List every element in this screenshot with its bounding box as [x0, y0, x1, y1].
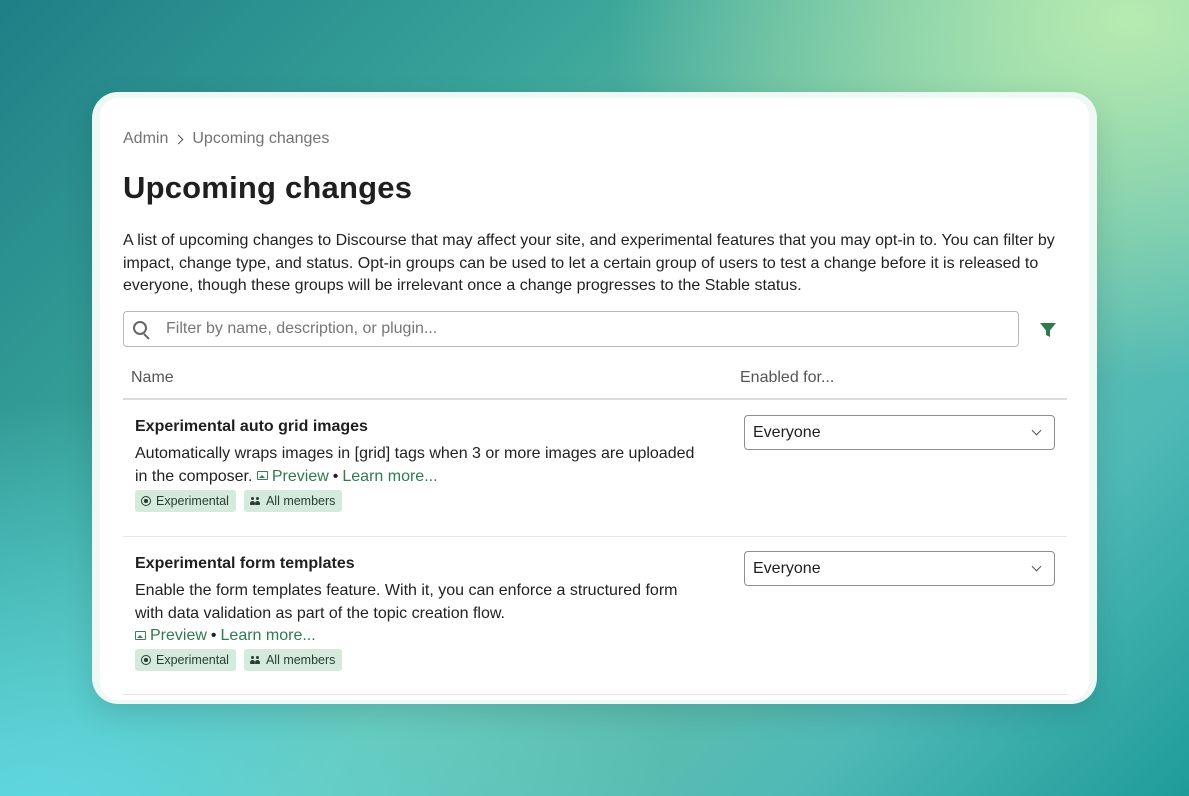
- chevron-right-icon: [173, 134, 184, 144]
- column-header-enabled: Enabled for...: [740, 369, 835, 386]
- select-value: Everyone: [753, 423, 821, 441]
- learn-more-link[interactable]: Learn more...: [221, 627, 316, 644]
- separator: •: [332, 467, 339, 485]
- column-header-name[interactable]: Name: [131, 369, 174, 387]
- chevron-down-icon: [1031, 425, 1042, 436]
- page-title: Upcoming changes: [123, 170, 413, 205]
- change-description-text: Enable the form templates feature. With …: [135, 582, 678, 622]
- card-frame: Admin Upcoming changes Upcoming changes …: [92, 92, 1097, 704]
- change-description: Automatically wraps images in [grid] tag…: [135, 443, 695, 488]
- select-value: Everyone: [753, 559, 821, 577]
- preview-link[interactable]: Preview: [256, 467, 329, 485]
- tag-list: Experimental All members: [135, 649, 343, 671]
- table-row: Experimental auto grid images Automatica…: [123, 400, 1067, 537]
- change-name: Experimental auto grid images: [135, 418, 368, 435]
- tag-experimental: Experimental: [135, 490, 236, 512]
- image-icon: [135, 630, 146, 640]
- learn-more-link[interactable]: Learn more...: [342, 468, 437, 485]
- tag-label: All members: [265, 653, 336, 667]
- chevron-down-icon: [1031, 561, 1042, 572]
- separator: •: [210, 627, 217, 644]
- preview-label: Preview: [150, 627, 207, 644]
- search-icon: [124, 312, 166, 346]
- tag-label: Experimental: [156, 653, 229, 667]
- enabled-for-select[interactable]: Everyone: [744, 551, 1055, 586]
- preview-link[interactable]: Preview: [135, 627, 207, 644]
- enabled-for-select[interactable]: Everyone: [744, 415, 1055, 450]
- experimental-icon: [141, 496, 151, 506]
- search-input[interactable]: [166, 314, 1018, 344]
- change-description: Enable the form templates feature. With …: [135, 580, 695, 648]
- breadcrumb-admin[interactable]: Admin: [123, 130, 168, 148]
- page-description: A list of upcoming changes to Discourse …: [123, 232, 1055, 294]
- breadcrumb: Admin Upcoming changes: [123, 130, 329, 148]
- filter-icon[interactable]: [1039, 321, 1057, 339]
- tag-experimental: Experimental: [135, 649, 236, 671]
- tag-label: Experimental: [156, 494, 229, 508]
- experimental-icon: [141, 655, 151, 665]
- admin-panel: Admin Upcoming changes Upcoming changes …: [100, 98, 1089, 700]
- users-icon: [249, 655, 261, 665]
- tag-list: Experimental All members: [135, 490, 343, 512]
- preview-label: Preview: [271, 467, 329, 485]
- change-name: Experimental form templates: [135, 555, 355, 572]
- breadcrumb-current[interactable]: Upcoming changes: [192, 130, 329, 148]
- table-row: Experimental form templates Enable the f…: [123, 537, 1067, 695]
- table-header: Name Enabled for...: [123, 360, 1067, 400]
- search-box[interactable]: [123, 311, 1019, 347]
- tag-members: All members: [243, 490, 343, 512]
- image-icon: [256, 471, 268, 481]
- tag-label: All members: [265, 494, 336, 508]
- users-icon: [249, 496, 261, 506]
- tag-members: All members: [243, 649, 343, 671]
